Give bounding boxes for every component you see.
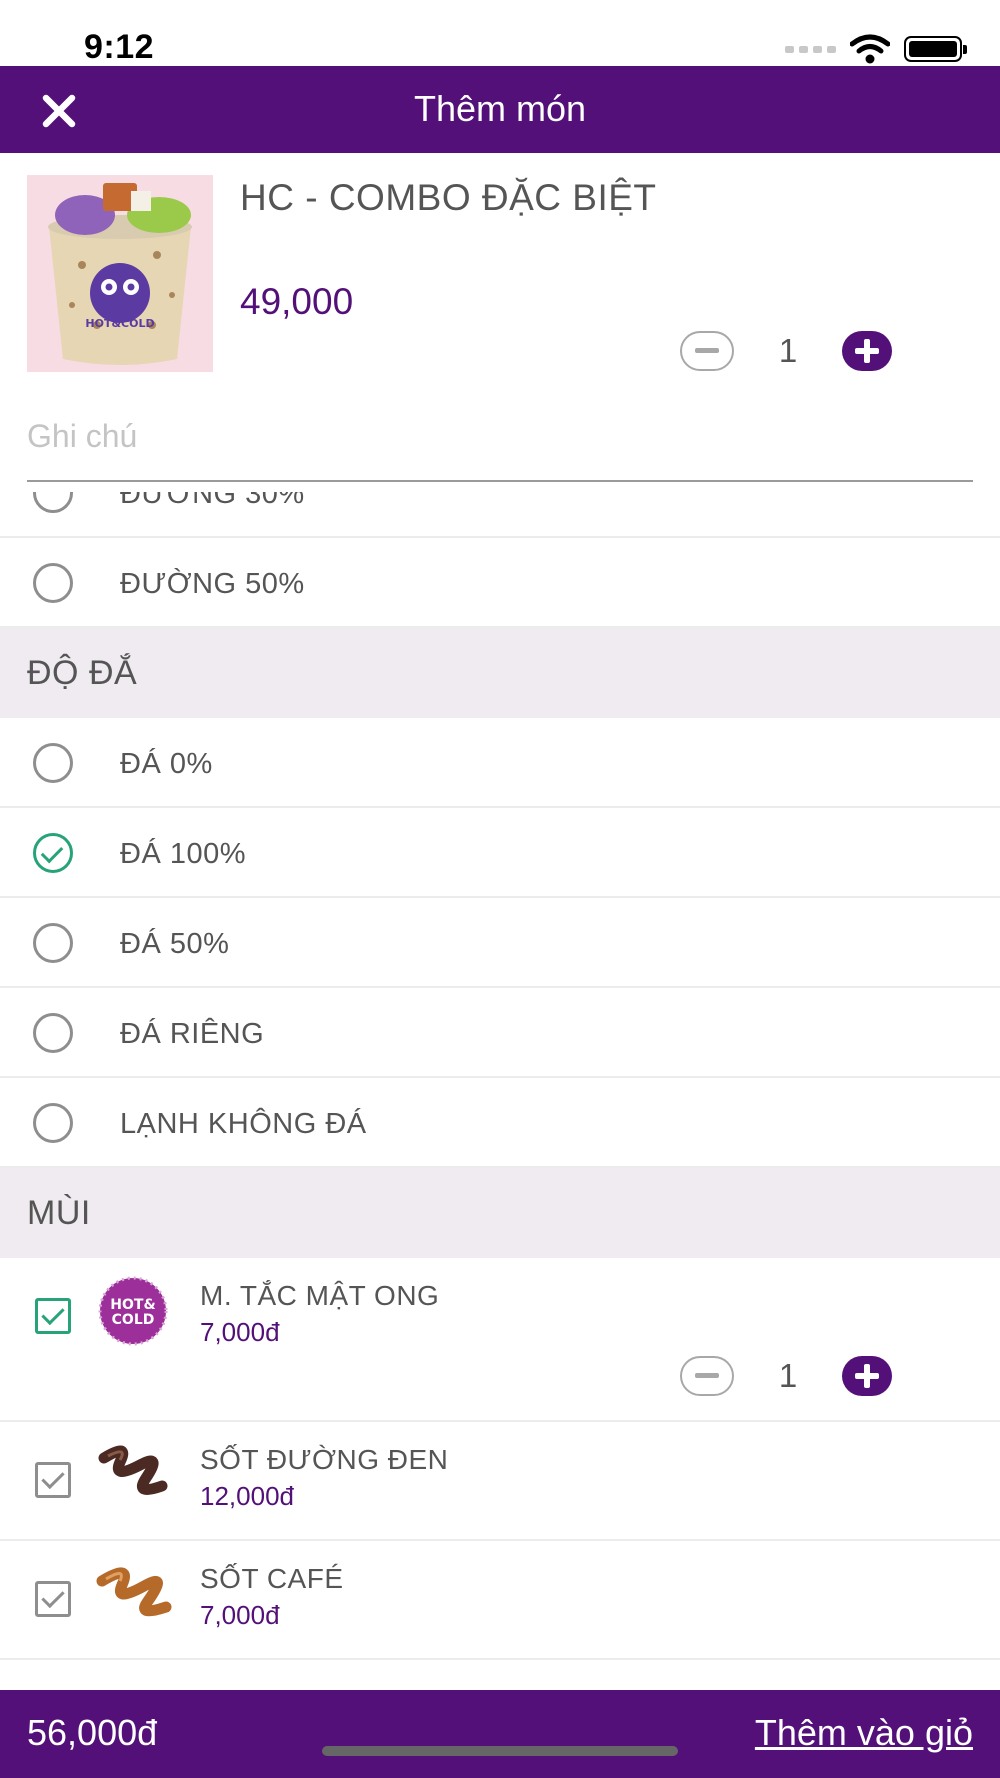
status-time: 9:12	[84, 28, 155, 66]
radio-icon	[33, 1103, 73, 1143]
radio-icon	[33, 563, 73, 603]
brown-sugar-sauce-icon	[98, 1445, 168, 1496]
hot-cold-logo-icon: HOT& COLD	[98, 1276, 168, 1346]
option-label: ĐÁ 0%	[120, 748, 213, 780]
radio-checked-icon	[33, 833, 73, 873]
option-ice-100[interactable]: ĐÁ 100%	[0, 808, 1000, 898]
checkbox-icon[interactable]	[35, 1581, 71, 1617]
product-price: 49,000	[240, 281, 354, 322]
signal-icon	[785, 45, 836, 53]
product-card: HOT&COLD HC - COMBO ĐẶC BIỆT 49,000 1	[0, 153, 1000, 389]
header-bar: Thêm món	[0, 66, 1000, 153]
product-quantity-stepper: 1	[680, 331, 892, 371]
status-bar: 9:12	[0, 0, 1000, 66]
section-header-ice: ĐỘ ĐẮ	[0, 628, 1000, 718]
radio-icon	[33, 1013, 73, 1053]
options-list[interactable]: ĐƯỜNG 30% ĐƯỜNG 50% ĐỘ ĐẮ ĐÁ 0% ĐÁ 100% …	[0, 492, 1000, 1690]
battery-icon	[904, 36, 967, 62]
option-label: ĐƯỜNG 50%	[120, 568, 305, 600]
option-label: ĐÁ 100%	[120, 838, 247, 870]
section-title: ĐỘ ĐẮ	[27, 654, 138, 692]
product-image: HOT&COLD	[27, 175, 213, 372]
topping-price: 7,000đ	[200, 1600, 280, 1630]
option-ice-50[interactable]: ĐÁ 50%	[0, 898, 1000, 988]
wifi-icon	[850, 34, 890, 64]
product-name: HC - COMBO ĐẶC BIỆT	[240, 177, 657, 218]
note-field-wrapper	[27, 410, 973, 482]
svg-text:HOT&: HOT&	[110, 1297, 155, 1313]
status-icons	[785, 34, 967, 64]
topping-name: M. TẮC MẬT ONG	[200, 1280, 440, 1311]
option-ice-0[interactable]: ĐÁ 0%	[0, 718, 1000, 808]
topping-name: SỐT CAFÉ	[200, 1563, 344, 1594]
topping-price: 12,000đ	[200, 1481, 294, 1511]
note-input[interactable]	[27, 410, 973, 455]
topping-quantity-stepper: 1	[680, 1356, 892, 1396]
option-sugar-50[interactable]: ĐƯỜNG 50%	[0, 538, 1000, 628]
coffee-sauce-icon	[96, 1567, 172, 1617]
total-price: 56,000đ	[27, 1712, 158, 1753]
home-indicator	[322, 1746, 678, 1756]
checkbox-icon[interactable]	[35, 1462, 71, 1498]
option-label: LẠNH KHÔNG ĐÁ	[120, 1108, 367, 1140]
topping-item[interactable]: HOT& COLD M. TẮC MẬT ONG 7,000đ 1	[0, 1258, 1000, 1422]
topping-item[interactable]: SỐT CAFÉ 7,000đ	[0, 1541, 1000, 1660]
svg-text:COLD: COLD	[112, 1312, 155, 1328]
topping-item[interactable]: SỐT ĐƯỜNG ĐEN 12,000đ	[0, 1422, 1000, 1541]
radio-icon	[33, 492, 73, 513]
decrease-topping-button[interactable]	[680, 1356, 734, 1396]
section-header-topping: MÙI	[0, 1168, 1000, 1258]
radio-icon	[33, 923, 73, 963]
product-quantity: 1	[778, 332, 798, 369]
option-label: ĐÁ 50%	[120, 928, 230, 960]
option-label: ĐƯỜNG 30%	[120, 492, 305, 510]
increase-topping-button[interactable]	[842, 1356, 892, 1396]
option-ice-separate[interactable]: ĐÁ RIÊNG	[0, 988, 1000, 1078]
option-sugar-30[interactable]: ĐƯỜNG 30%	[0, 492, 1000, 538]
product-image-logo-text: HOT&COLD	[85, 317, 154, 330]
topping-name: SỐT ĐƯỜNG ĐEN	[200, 1444, 449, 1475]
topping-price: 7,000đ	[200, 1317, 280, 1347]
checkbox-checked-icon[interactable]	[35, 1298, 71, 1334]
radio-icon	[33, 743, 73, 783]
option-cold-no-ice[interactable]: LẠNH KHÔNG ĐÁ	[0, 1078, 1000, 1168]
option-label: ĐÁ RIÊNG	[120, 1018, 265, 1050]
decrease-quantity-button[interactable]	[680, 331, 734, 371]
increase-quantity-button[interactable]	[842, 331, 892, 371]
page-title: Thêm món	[413, 88, 587, 129]
cart-footer: 56,000đ Thêm vào giỏ	[0, 1690, 1000, 1778]
topping-quantity: 1	[778, 1357, 798, 1394]
add-to-cart-button[interactable]: Thêm vào giỏ	[755, 1712, 973, 1754]
section-title: MÙI	[27, 1194, 91, 1232]
